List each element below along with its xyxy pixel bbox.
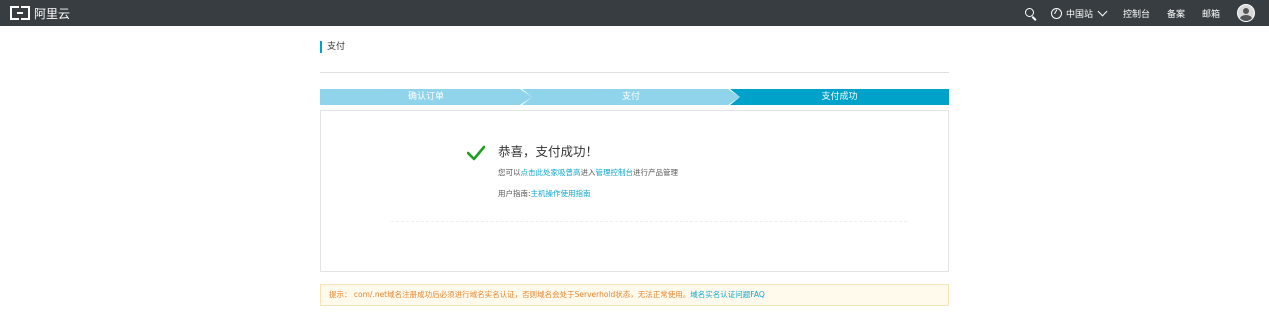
dashed-separator — [391, 221, 907, 222]
step-confirm-order: 确认订单 — [320, 89, 532, 105]
step-payment: 支付 — [522, 89, 740, 105]
next-steps-prefix: 您可以 — [498, 168, 521, 177]
aliyun-logo-icon — [10, 6, 30, 20]
success-check-icon — [467, 145, 485, 161]
next-steps-line: 您可以点击此处家吸曾高进入管理控制台进行产品管理 — [498, 168, 678, 178]
nav-beian-link[interactable]: 备案 — [1167, 7, 1185, 20]
user-guide-label: 用户指南: — [498, 189, 531, 198]
title-divider — [320, 72, 949, 73]
search-icon[interactable] — [1024, 7, 1037, 21]
region-label: 中国站 — [1065, 9, 1093, 20]
page-title: 支付 — [320, 41, 345, 53]
user-guide-link[interactable]: 主机操作使用指南 — [531, 189, 591, 198]
notice-banner: 提示： com/.net域名注册成功后必须进行域名实名认证，否则域名会处于Ser… — [320, 284, 949, 306]
console-link[interactable]: 管理控制台 — [596, 168, 634, 177]
chevron-down-icon — [1097, 6, 1108, 17]
next-steps-mid: 进入 — [580, 168, 596, 177]
next-steps-suffix: 进行产品管理 — [633, 168, 678, 177]
step-payment-success: 支付成功 — [730, 89, 949, 105]
aliyun-logo[interactable]: 阿里云 — [10, 5, 70, 21]
logo-text: 阿里云 — [34, 6, 71, 21]
success-panel: 恭喜，支付成功！ 您可以点击此处家吸曾高进入管理控制台进行产品管理 用户指南:主… — [320, 110, 949, 272]
nav-console-link[interactable]: 控制台 — [1123, 7, 1150, 20]
notice-text: 提示： com/.net域名注册成功后必须进行域名实名认证，否则域名会处于Ser… — [329, 290, 691, 299]
globe-icon — [1050, 7, 1062, 19]
progress-steps: 确认订单 支付 支付成功 — [320, 89, 949, 105]
top-nav: 中国站 控制台 备案 邮箱 — [1024, 0, 1269, 26]
user-guide-line: 用户指南:主机操作使用指南 — [498, 189, 591, 199]
notice-faq-link[interactable]: 域名实名认证问题FAQ — [690, 290, 765, 299]
nav-mail-link[interactable]: 邮箱 — [1202, 7, 1220, 20]
user-avatar[interactable] — [1237, 4, 1255, 22]
success-title: 恭喜，支付成功！ — [498, 144, 599, 159]
top-navigation-bar: 阿里云 中国站 控制台 备案 邮箱 — [0, 0, 1269, 26]
view-details-link[interactable]: 点击此处家吸曾高 — [521, 168, 581, 177]
region-selector[interactable]: 中国站 — [1050, 6, 1108, 20]
